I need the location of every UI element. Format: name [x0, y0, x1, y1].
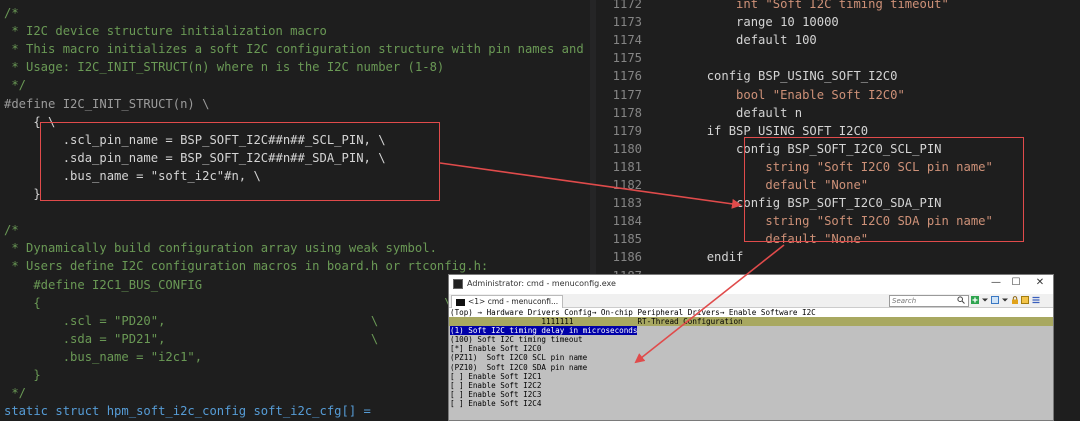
maximize-button[interactable]: ☐: [1005, 277, 1027, 288]
kconfig-line: endif: [648, 250, 744, 265]
line-number: 1172: [612, 0, 642, 11]
code-line: /*: [4, 6, 19, 20]
menu-item-selected[interactable]: (1) Soft I2C timing delay in microsecond…: [449, 326, 1053, 336]
menu-item[interactable]: [ ] Enable Soft I2C4: [449, 399, 1053, 408]
code-line: .sda_pin_name = BSP_SOFT_I2C##n##_SDA_PI…: [4, 150, 386, 165]
code-line: #define I2C_INIT_STRUCT(n) \: [4, 96, 210, 111]
line-number: 1180: [612, 141, 642, 156]
menu-items-list: (100) Soft I2C timing timeout [*] Enable …: [449, 335, 1053, 408]
menu-title-row: 1111111 RT-Thread Configuration: [449, 317, 1053, 327]
menu-header-ones: 1111111: [450, 317, 574, 327]
kconfig-line: bool "Enable Soft I2C0": [648, 87, 905, 102]
code-line: }: [4, 187, 41, 201]
kconfig-line: default "None": [648, 178, 869, 192]
line-number: 1175: [612, 51, 642, 66]
line-number: 1182: [612, 178, 642, 192]
line-number: 1184: [612, 214, 642, 229]
kconfig-line: range 10 10000: [648, 15, 839, 30]
cmd-tabbar: <1> cmd - menuconfi... Search: [449, 294, 1053, 308]
kconfig-line: if BSP_USING_SOFT_I2C0: [648, 123, 869, 138]
line-number: 1179: [612, 123, 642, 138]
code-line: * Dynamically build configuration array …: [4, 241, 437, 256]
menu-item[interactable]: (100) Soft I2C timing timeout: [449, 335, 1053, 344]
menu-icon[interactable]: [1032, 296, 1040, 304]
code-line: * Usage: I2C_INIT_STRUCT(n) where n is t…: [4, 60, 445, 75]
menu-breadcrumb: (Top) → Hardware Drivers Config→ On-chip…: [449, 308, 1053, 318]
line-number: 1178: [612, 105, 642, 120]
code-line: static struct hpm_soft_i2c_config soft_i…: [4, 404, 371, 419]
cmd-tab-label: <1> cmd - menuconfi...: [468, 297, 559, 306]
layout-icon[interactable]: [991, 296, 999, 304]
menu-item[interactable]: [*] Enable Soft I2C0: [449, 344, 1053, 353]
menu-title: RT-Thread Configuration: [637, 317, 743, 327]
line-number: 1174: [612, 33, 642, 48]
minimize-button[interactable]: —: [985, 277, 1007, 288]
kconfig-line: config BSP_USING_SOFT_I2C0: [648, 69, 898, 84]
code-line: }: [4, 368, 41, 382]
menu-item-label: (1) Soft I2C timing delay in microsecond…: [450, 326, 638, 336]
code-line: .scl = "PD20", \: [4, 313, 379, 328]
kconfig-line: config BSP_SOFT_I2C0_SDA_PIN: [648, 196, 942, 211]
menuconfig-screen[interactable]: (Top) → Hardware Drivers Config→ On-chip…: [449, 308, 1053, 420]
code-line: { \: [4, 114, 56, 129]
menu-item[interactable]: (PZ10) Soft I2C0 SDA pin name: [449, 363, 1053, 372]
kconfig-line: default 100: [648, 33, 817, 48]
code-line: { \: [4, 295, 452, 310]
cmd-app-icon: [453, 279, 463, 289]
menu-item[interactable]: [ ] Enable Soft I2C3: [449, 390, 1053, 399]
cmd-window[interactable]: Administrator: cmd - menuconfig.exe — ☐ …: [448, 274, 1054, 421]
menu-item[interactable]: [ ] Enable Soft I2C2: [449, 381, 1053, 390]
menu-item[interactable]: (PZ11) Soft I2C0 SCL pin name: [449, 353, 1053, 362]
close-button[interactable]: ✕: [1029, 277, 1051, 288]
console-icon: [456, 298, 465, 306]
kconfig-line: string "Soft I2C0 SCL pin name": [648, 159, 993, 174]
code-line: * Users define I2C configuration macros …: [4, 259, 489, 274]
line-number: 1176: [612, 69, 642, 84]
menu-item[interactable]: [ ] Enable Soft I2C1: [449, 372, 1053, 381]
code-line: #define I2C1_BUS_CONFIG: [4, 277, 203, 292]
code-line: /*: [4, 223, 19, 238]
cmd-tab[interactable]: <1> cmd - menuconfi...: [451, 295, 564, 308]
code-line: .sda = "PD21", \: [4, 331, 379, 346]
line-number: 1181: [612, 159, 642, 174]
code-line: * I2C device structure initialization ma…: [4, 24, 327, 39]
lock-icon[interactable]: [1011, 296, 1019, 304]
code-line: .scl_pin_name = BSP_SOFT_I2C##n##_SCL_PI…: [4, 132, 386, 147]
line-number: 1185: [612, 232, 642, 247]
settings-icon[interactable]: [1021, 296, 1029, 304]
cmd-window-title: Administrator: cmd - menuconfig.exe: [467, 279, 616, 288]
code-line: */: [4, 78, 27, 93]
code-line: .bus_name = "soft_i2c"#n, \: [4, 168, 261, 183]
new-console-icon[interactable]: [971, 296, 979, 304]
code-line: */: [4, 386, 27, 401]
cmd-titlebar[interactable]: Administrator: cmd - menuconfig.exe — ☐ …: [449, 275, 1053, 294]
kconfig-line: int "Soft I2C timing timeout": [648, 0, 949, 11]
line-number: 1183: [612, 196, 642, 211]
kconfig-line: string "Soft I2C0 SDA pin name": [648, 214, 993, 229]
kconfig-line: default n: [648, 105, 803, 120]
dropdown-arrow-icon[interactable]: [1001, 296, 1009, 304]
line-number: 1173: [612, 15, 642, 30]
dropdown-arrow-icon[interactable]: [981, 296, 989, 304]
code-line: * This macro initializes a soft I2C conf…: [4, 42, 590, 57]
kconfig-line: config BSP_SOFT_I2C0_SCL_PIN: [648, 141, 942, 156]
line-number: 1177: [612, 87, 642, 102]
kconfig-line: default "None": [648, 232, 869, 247]
line-number: 1186: [612, 250, 642, 265]
search-icon[interactable]: [957, 296, 965, 304]
code-line: .bus_name = "i2c1", \: [4, 349, 467, 364]
